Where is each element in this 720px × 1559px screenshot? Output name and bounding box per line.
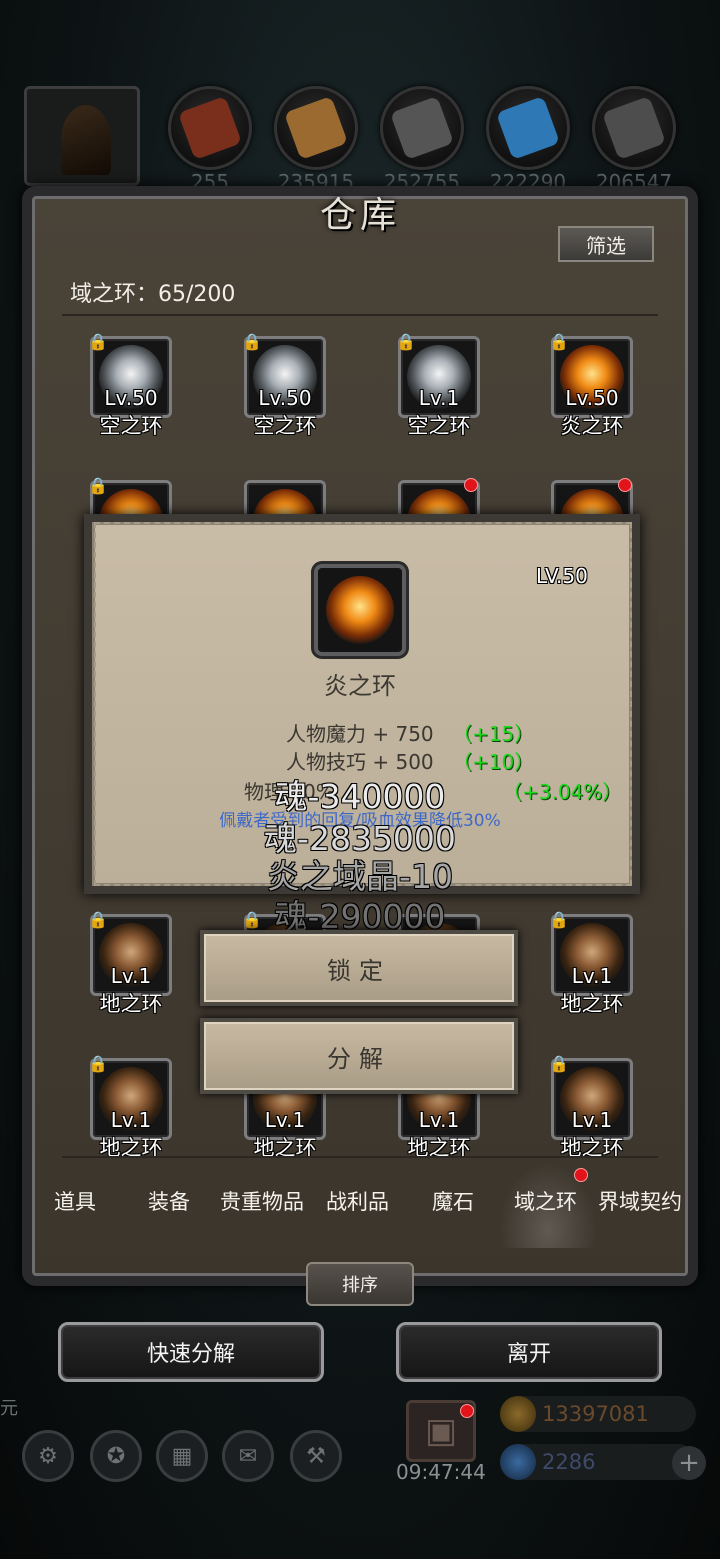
crystal-icon[interactable] xyxy=(486,86,570,170)
gem-balance: 2286 xyxy=(500,1444,696,1480)
stat-line: 人物魔力 + 750 xyxy=(286,722,434,746)
item-level: Lv.1 xyxy=(571,1108,613,1132)
tab-magic-stones[interactable]: 魔石 xyxy=(432,1186,474,1216)
gem-icon xyxy=(500,1444,536,1480)
item-name: 地之环 xyxy=(99,992,163,1016)
yuan-label: 元 xyxy=(0,1398,18,1419)
lock-icon: 🔒 xyxy=(549,332,569,351)
inventory-item[interactable]: 🔒 Lv.1 地之环 xyxy=(88,1054,174,1168)
lock-button[interactable]: 锁定 xyxy=(200,930,518,1006)
popup-level: LV.50 xyxy=(536,564,588,588)
menu-icon[interactable]: ▦ xyxy=(156,1430,208,1482)
lock-icon: 🔒 xyxy=(549,1054,569,1073)
item-level: Lv.1 xyxy=(264,1108,306,1132)
item-level: Lv.1 xyxy=(418,386,460,410)
item-level: Lv.1 xyxy=(110,964,152,988)
gold-coin-icon xyxy=(500,1396,536,1432)
new-badge xyxy=(464,478,478,492)
lock-icon: 🔒 xyxy=(88,476,108,495)
new-badge xyxy=(618,478,632,492)
tab-realm-contracts[interactable]: 界域契约 xyxy=(598,1186,682,1216)
gold-value: 13397081 xyxy=(542,1402,649,1426)
new-badge xyxy=(574,1168,588,1182)
tab-equipment[interactable]: 装备 xyxy=(148,1186,190,1216)
item-name: 地之环 xyxy=(560,992,624,1016)
inventory-item[interactable]: 🔒 Lv.50 空之环 xyxy=(88,332,174,446)
divider xyxy=(62,1156,658,1158)
new-badge xyxy=(460,1404,474,1418)
tab-domain-rings[interactable]: 域之环 xyxy=(514,1186,577,1216)
tab-valuables[interactable]: 贵重物品 xyxy=(220,1186,304,1216)
item-name: 炎之环 xyxy=(560,414,624,438)
resource-row: 255 235915 252755 222290 206547 xyxy=(0,86,720,196)
item-level: Lv.50 xyxy=(258,386,312,410)
add-currency-button[interactable]: + xyxy=(672,1446,706,1480)
lock-icon: 🔒 xyxy=(242,332,262,351)
item-level: Lv.50 xyxy=(565,386,619,410)
inventory-item[interactable]: 🔒 Lv.1 地之环 xyxy=(549,1054,635,1168)
lock-icon: 🔒 xyxy=(88,1054,108,1073)
inventory-item[interactable]: 🔒 Lv.50 炎之环 xyxy=(549,332,635,446)
leave-button[interactable]: 离开 xyxy=(396,1322,662,1382)
popup-item-name: 炎之环 xyxy=(324,672,396,700)
leather-icon[interactable] xyxy=(168,86,252,170)
mail-icon[interactable]: ✉ xyxy=(222,1430,274,1482)
sort-button[interactable]: 排序 xyxy=(306,1262,414,1306)
stone-icon[interactable] xyxy=(592,86,676,170)
fire-ring-icon xyxy=(314,564,406,656)
item-name: 空之环 xyxy=(253,414,317,438)
cost-floating-text: 魂-340000 xyxy=(274,777,446,816)
divider xyxy=(62,314,658,316)
stat-bonus: （+15） xyxy=(452,722,535,746)
tab-items[interactable]: 道具 xyxy=(54,1186,96,1216)
item-name: 空之环 xyxy=(99,414,163,438)
item-level: Lv.1 xyxy=(418,1108,460,1132)
item-level: Lv.1 xyxy=(110,1108,152,1132)
star-icon[interactable]: ✪ xyxy=(90,1430,142,1482)
filter-button[interactable]: 筛选 xyxy=(558,226,654,262)
inventory-item[interactable]: 🔒 Lv.50 空之环 xyxy=(242,332,328,446)
gold-balance: 13397081 xyxy=(500,1396,696,1432)
gem-value: 2286 xyxy=(542,1450,596,1474)
quick-decompose-button[interactable]: 快速分解 xyxy=(58,1322,324,1382)
handshake-icon[interactable]: ⚒ xyxy=(290,1430,342,1482)
lock-icon: 🔒 xyxy=(88,332,108,351)
wood-icon[interactable] xyxy=(274,86,358,170)
gear-icon[interactable]: ⚙ xyxy=(22,1430,74,1482)
item-level: Lv.1 xyxy=(571,964,613,988)
decompose-button[interactable]: 分解 xyxy=(200,1018,518,1094)
iron-icon[interactable] xyxy=(380,86,464,170)
item-name: 空之环 xyxy=(407,414,471,438)
item-level: Lv.50 xyxy=(104,386,158,410)
ring-count: 域之环：65/200 xyxy=(70,282,236,307)
lock-icon: 🔒 xyxy=(396,332,416,351)
event-timer: 09:47:44 xyxy=(396,1460,486,1484)
tab-loot[interactable]: 战利品 xyxy=(326,1186,389,1216)
inventory-item[interactable]: 🔒 Lv.1 空之环 xyxy=(396,332,482,446)
